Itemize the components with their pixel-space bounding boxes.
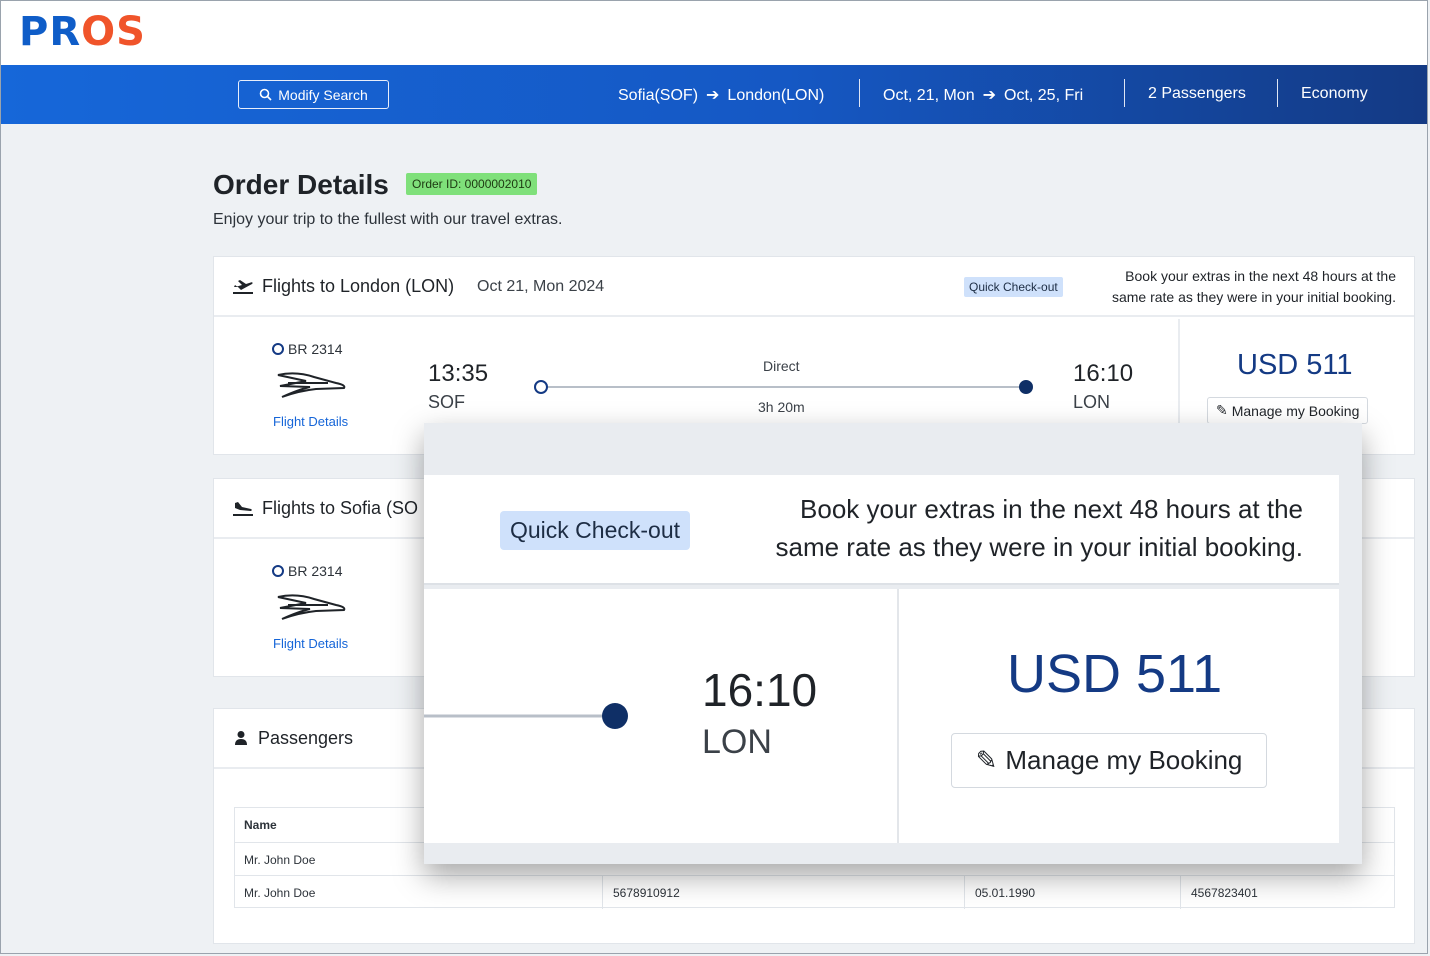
flight-number: BR 2314 [272,341,342,357]
pencil-icon: ✎ [1216,402,1228,418]
circle-icon [272,565,284,577]
flight-details-link[interactable]: Flight Details [273,414,348,429]
outbound-date: Oct 21, Mon 2024 [477,278,605,295]
origin-city: Sofia(SOF) [618,87,699,104]
nav-divider [1124,79,1125,107]
passengers-title: Passengers [258,728,354,748]
airline-logo-icon [277,372,346,398]
app-frame: PROS Modify Search Sofia(SOF) ➔ London(LON… [0,0,1428,954]
zoom-details: 16:10 LON USD 511 ✎ Manage my Booking [424,589,1339,843]
outbound-title: Flights to London (LON) [262,276,455,296]
table-row: Mr. John Doe 5678910912 05.01.1990 45678… [244,886,1258,900]
outbound-card-header: Flights to London (LON) Oct 21, Mon 2024… [214,257,1414,317]
plane-takeoff-icon [233,280,253,294]
dates-summary: Oct, 21, Mon ➔ Oct, 25, Fri [883,85,1083,105]
price-label: USD 511 [1237,349,1353,381]
page-subtitle: Enjoy your trip to the fullest with our … [213,211,563,228]
plane-landing-icon [233,502,253,516]
price-label-zoomed: USD 511 [1007,644,1223,704]
circle-icon [272,343,284,355]
stops-label: Direct [763,358,800,374]
column-divider [1180,876,1181,909]
arrival-time-zoomed: 16:10 [702,664,818,716]
modify-search-button[interactable]: Modify Search [238,80,389,109]
passengers-summary: 2 Passengers [1148,85,1246,102]
zoom-overlay: Quick Check-out Book your extras in the … [424,423,1362,864]
arrival-code: LON [1073,392,1111,412]
page-title: Order Details [213,169,389,200]
price-divider-zoomed [897,589,899,843]
search-icon [259,88,272,101]
flight-route-line-zoomed [424,703,628,729]
departure-code: SOF [428,392,466,412]
date-from: Oct, 21, Mon [883,87,975,104]
route-summary: Sofia(SOF) ➔ London(LON) [618,85,824,105]
nav-divider [859,79,860,107]
arrival-code-zoomed: LON [702,723,772,761]
flight-details-link[interactable]: Flight Details [273,636,348,651]
destination-city: London(LON) [727,87,825,104]
user-icon [235,731,247,745]
duration-label: 3h 20m [758,399,805,415]
pros-logo[interactable]: PROS [19,9,146,55]
return-title: Flights to Sofia (SO [262,498,419,518]
arrival-time: 16:10 [1073,360,1134,387]
zoom-header: Quick Check-out Book your extras in the … [424,475,1339,585]
top-header: PROS [1,1,1427,65]
arrow-right-icon: ➔ [982,87,996,104]
column-divider [602,876,603,909]
search-summary-bar: Modify Search Sofia(SOF) ➔ London(LON) Oct… [1,65,1427,124]
cabin-summary: Economy [1301,85,1368,102]
arrow-right-icon: ➔ [706,87,720,104]
modify-search-label: Modify Search [278,86,368,103]
flight-route-line [534,380,1033,394]
quick-checkout-badge[interactable]: Quick Check-out [964,277,1063,297]
departure-time: 13:35 [428,360,489,387]
manage-booking-button[interactable]: ✎ Manage my Booking [1207,397,1369,424]
quick-checkout-badge-zoomed[interactable]: Quick Check-out [500,511,691,550]
manage-booking-button-zoomed[interactable]: ✎ Manage my Booking [951,733,1267,788]
flight-number: BR 2314 [272,563,342,579]
airline-logo-icon [277,594,346,620]
extras-notice: Book your extras in the next 48 hours at… [1111,268,1396,305]
pencil-icon: ✎ [975,745,998,775]
column-divider [964,876,965,909]
nav-divider [1277,79,1278,107]
extras-notice-zoomed: Book your extras in the next 48 hours at… [775,494,1304,562]
column-header-name: Name [244,818,277,832]
order-id-badge: Order ID: 0000002010 [406,173,538,195]
date-to: Oct, 25, Fri [1004,87,1084,104]
